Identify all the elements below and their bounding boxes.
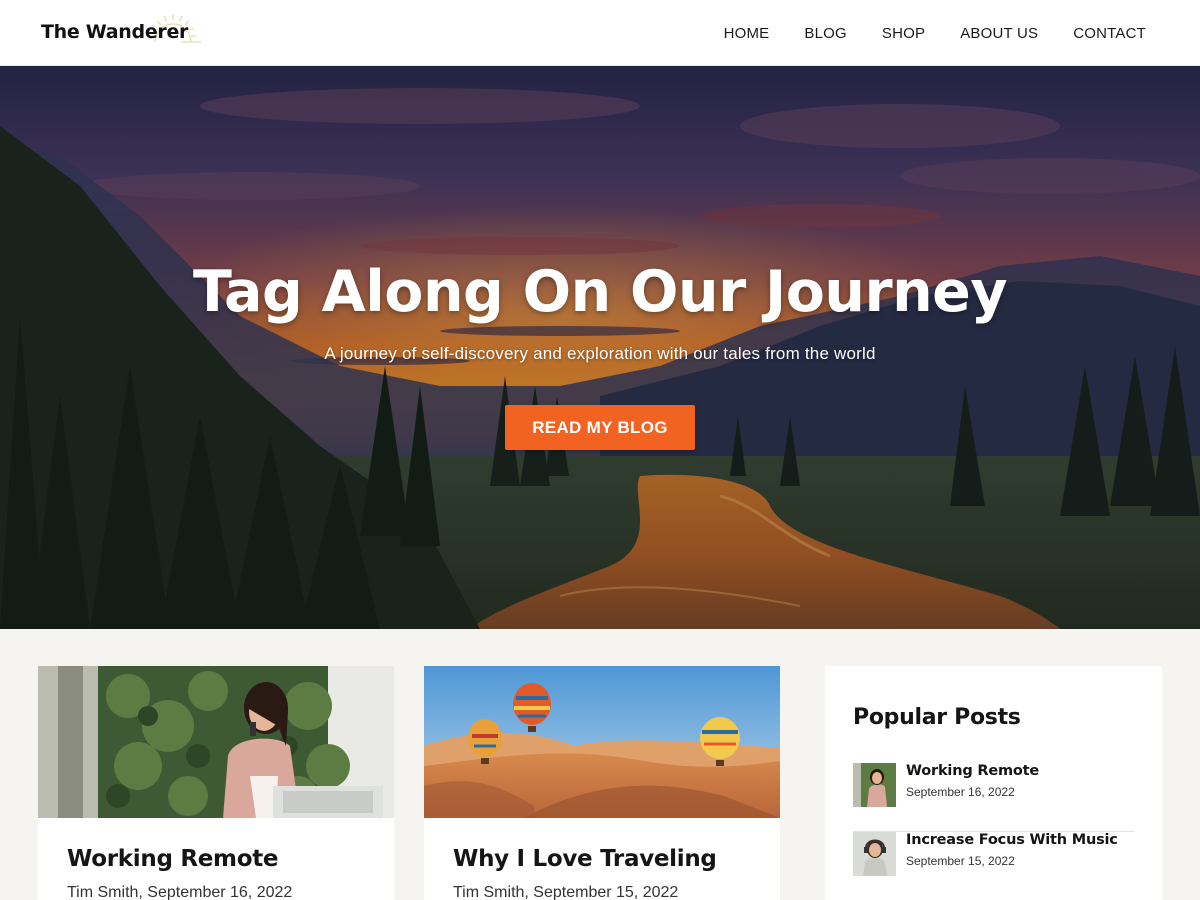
nav-item-contact[interactable]: CONTACT: [1073, 25, 1146, 42]
hero-section: Tag Along On Our Journey A journey of se…: [0, 66, 1200, 629]
popular-post-date: September 16, 2022: [906, 785, 1015, 799]
popular-post-item[interactable]: Working Remote September 16, 2022: [853, 763, 1134, 832]
post-card-why-i-love-traveling[interactable]: Why I Love Traveling Tim Smith, Septembe…: [424, 666, 780, 900]
popular-post-date: September 15, 2022: [906, 854, 1015, 868]
post-card-working-remote[interactable]: Working Remote Tim Smith, September 16, …: [38, 666, 394, 900]
popular-post-title[interactable]: Increase Focus With Music: [906, 832, 1118, 848]
site-logo[interactable]: The Wanderer: [41, 12, 201, 52]
hero-subtitle: A journey of self-discovery and explorat…: [324, 344, 876, 363]
nav-item-about-us[interactable]: ABOUT US: [960, 25, 1038, 42]
hot-air-balloons-desert-photo: [424, 666, 780, 818]
popular-post-title[interactable]: Working Remote: [906, 763, 1039, 779]
post-title[interactable]: Why I Love Traveling: [453, 846, 717, 872]
nav-item-blog[interactable]: BLOG: [804, 25, 846, 42]
main-nav: HOME BLOG SHOP ABOUT US CONTACT: [724, 0, 1146, 66]
popular-posts-widget: Popular Posts Working Remote September 1…: [825, 666, 1162, 900]
working-remote-thumbnail: [853, 763, 896, 807]
post-title[interactable]: Working Remote: [67, 846, 279, 872]
woman-on-phone-photo: [38, 666, 394, 818]
site-header: The Wanderer HOME BLOG SHOP ABOUT US CON…: [0, 0, 1200, 66]
hero-title: Tag Along On Our Journey: [193, 259, 1008, 325]
nav-item-shop[interactable]: SHOP: [882, 25, 925, 42]
nav-item-home[interactable]: HOME: [724, 25, 770, 42]
popular-posts-title: Popular Posts: [853, 705, 1021, 730]
post-meta: Tim Smith, September 16, 2022: [67, 884, 293, 900]
popular-post-item[interactable]: Increase Focus With Music September 15, …: [853, 832, 1134, 900]
read-my-blog-button[interactable]: READ MY BLOG: [505, 405, 695, 450]
post-meta: Tim Smith, September 15, 2022: [453, 884, 679, 900]
logo-text: The Wanderer: [41, 21, 189, 43]
woman-with-headphones-thumbnail: [853, 832, 896, 876]
